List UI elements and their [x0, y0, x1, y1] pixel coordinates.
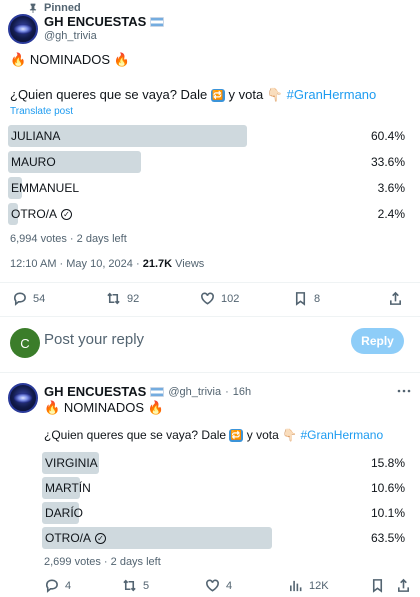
- bookmark-icon: [295, 292, 306, 306]
- bookmark-button[interactable]: [370, 578, 385, 593]
- fire-icon: 🔥: [10, 52, 27, 67]
- reply-icon: [13, 292, 26, 306]
- argentina-flag-icon: [150, 16, 165, 27]
- author-avatar[interactable]: [8, 14, 38, 44]
- share-button[interactable]: [396, 578, 411, 593]
- like-button[interactable]: 102: [200, 291, 239, 306]
- repost-button[interactable]: 92: [106, 291, 139, 306]
- poll-option-percent: 2.4%: [377, 207, 405, 221]
- share-icon: [398, 578, 409, 592]
- share-icon: [390, 291, 401, 305]
- poll-option-label: JULIANA: [11, 129, 61, 143]
- author-name[interactable]: GH ENCUESTAS: [44, 14, 165, 29]
- repeat-icon: 🔁: [229, 429, 244, 443]
- divider: [0, 316, 420, 317]
- pinned-label: Pinned: [28, 2, 81, 14]
- poll-option-percent: 15.8%: [370, 456, 405, 470]
- tweet-time[interactable]: 16h: [233, 386, 251, 398]
- tweet-heading: 🔥 NOMINADOS 🔥: [10, 52, 130, 67]
- poll-option-percent: 33.6%: [370, 155, 405, 169]
- repeat-icon: 🔁: [210, 89, 225, 103]
- check-circle-icon: ✓: [95, 532, 107, 544]
- poll-option-label: MAURO: [11, 155, 56, 169]
- pointing-down-icon: 👇🏻: [266, 87, 284, 102]
- reply-submit-button[interactable]: Reply: [351, 328, 404, 354]
- bookmark-button[interactable]: 8: [293, 291, 320, 306]
- heart-icon: [201, 292, 214, 305]
- author-avatar[interactable]: [8, 383, 38, 413]
- fire-icon: 🔥: [113, 52, 130, 67]
- pin-icon: [29, 3, 37, 13]
- analytics-icon: [290, 580, 302, 592]
- hashtag-link[interactable]: #GranHermano: [300, 428, 383, 442]
- more-icon: [397, 389, 411, 393]
- reply-button[interactable]: 4: [44, 578, 71, 593]
- translate-link[interactable]: Translate post: [10, 106, 73, 117]
- views-button[interactable]: 12K: [288, 578, 329, 593]
- poll-option-label: DARÍO: [45, 506, 84, 520]
- poll-option-percent: 60.4%: [370, 129, 405, 143]
- poll-option-percent: 63.5%: [370, 531, 405, 545]
- pointing-down-icon: 👇🏻: [282, 428, 298, 442]
- argentina-flag-icon: [150, 386, 165, 397]
- heart-icon: [206, 579, 219, 592]
- poll-option-label: VIRGINIA: [45, 456, 98, 470]
- tweet-timestamp: 12:10 AM · May 10, 2024 · 21.7K Views: [10, 258, 205, 270]
- poll-option-percent: 10.6%: [370, 481, 405, 495]
- poll-option-label: OTRO/A ✓: [11, 203, 73, 225]
- check-circle-icon: ✓: [61, 208, 73, 220]
- repost-icon: [123, 579, 136, 592]
- poll-option-label: MARTÍN: [45, 481, 91, 495]
- divider: [0, 372, 420, 373]
- poll-option-percent: 10.1%: [370, 506, 405, 520]
- author-name[interactable]: GH ENCUESTAS @gh_trivia · 16h: [44, 384, 251, 399]
- reply-button[interactable]: 54: [12, 291, 45, 306]
- poll-votes-meta: 2,699 votes · 2 days left: [44, 556, 161, 568]
- poll-option-percent: 3.6%: [377, 181, 405, 195]
- poll-option-label: EMMANUEL: [11, 181, 80, 195]
- more-options-button[interactable]: [396, 384, 412, 396]
- poll-votes-meta: 6,994 votes · 2 days left: [10, 233, 127, 245]
- share-button[interactable]: [388, 291, 403, 306]
- poll-option-label: OTRO/A ✓: [45, 527, 107, 549]
- tweet-question: ¿Quien queres que se vaya? Dale 🔁 y vota…: [44, 428, 384, 443]
- fire-icon: 🔥: [147, 400, 164, 415]
- hashtag-link[interactable]: #GranHermano: [287, 87, 377, 102]
- like-button[interactable]: 4: [205, 578, 232, 593]
- reply-input[interactable]: Post your reply: [44, 331, 144, 348]
- tweet-question: ¿Quien queres que se vaya? Dale 🔁 y vota…: [10, 87, 377, 103]
- views-count: 21.7K: [142, 258, 173, 270]
- repost-button[interactable]: 5: [122, 578, 149, 593]
- author-handle[interactable]: @gh_trivia: [168, 386, 221, 398]
- tweet-heading: 🔥 NOMINADOS 🔥: [44, 400, 164, 415]
- bookmark-icon: [372, 579, 383, 593]
- reply-icon: [45, 579, 58, 593]
- fire-icon: 🔥: [44, 400, 61, 415]
- author-handle[interactable]: @gh_trivia: [44, 30, 97, 42]
- user-avatar[interactable]: C: [10, 328, 40, 358]
- divider: [0, 282, 420, 283]
- repost-icon: [107, 292, 120, 305]
